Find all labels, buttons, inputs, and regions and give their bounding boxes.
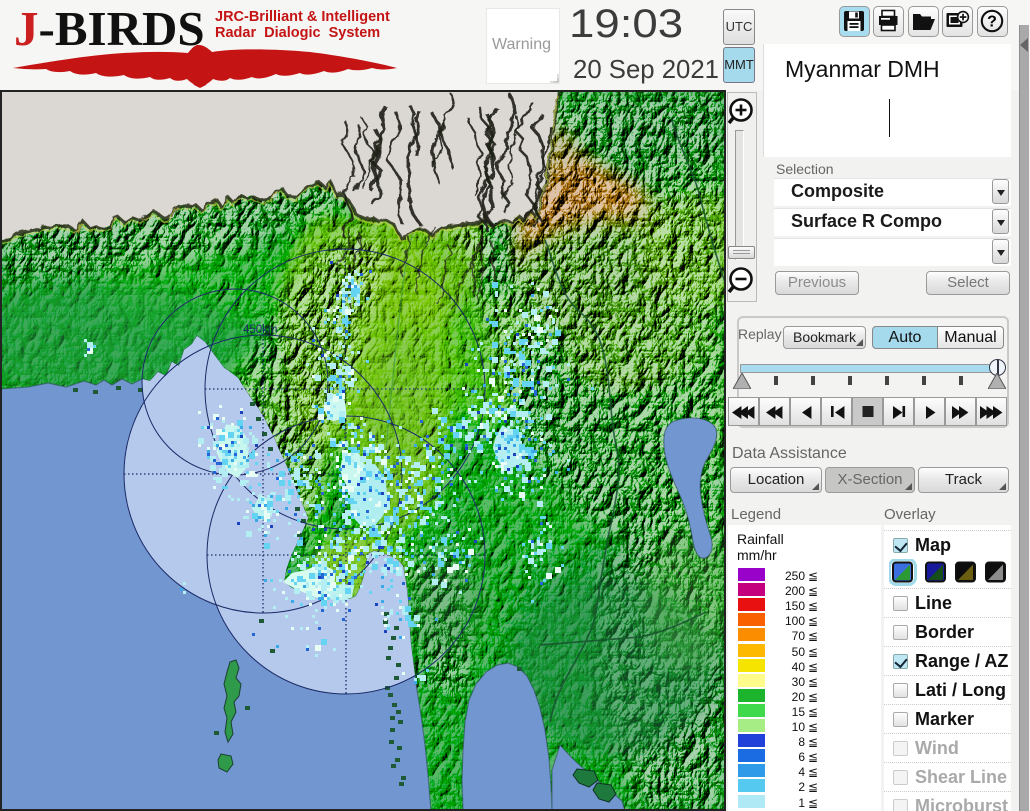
svg-text:450km: 450km [243,324,278,336]
svg-text:?: ? [987,14,997,31]
